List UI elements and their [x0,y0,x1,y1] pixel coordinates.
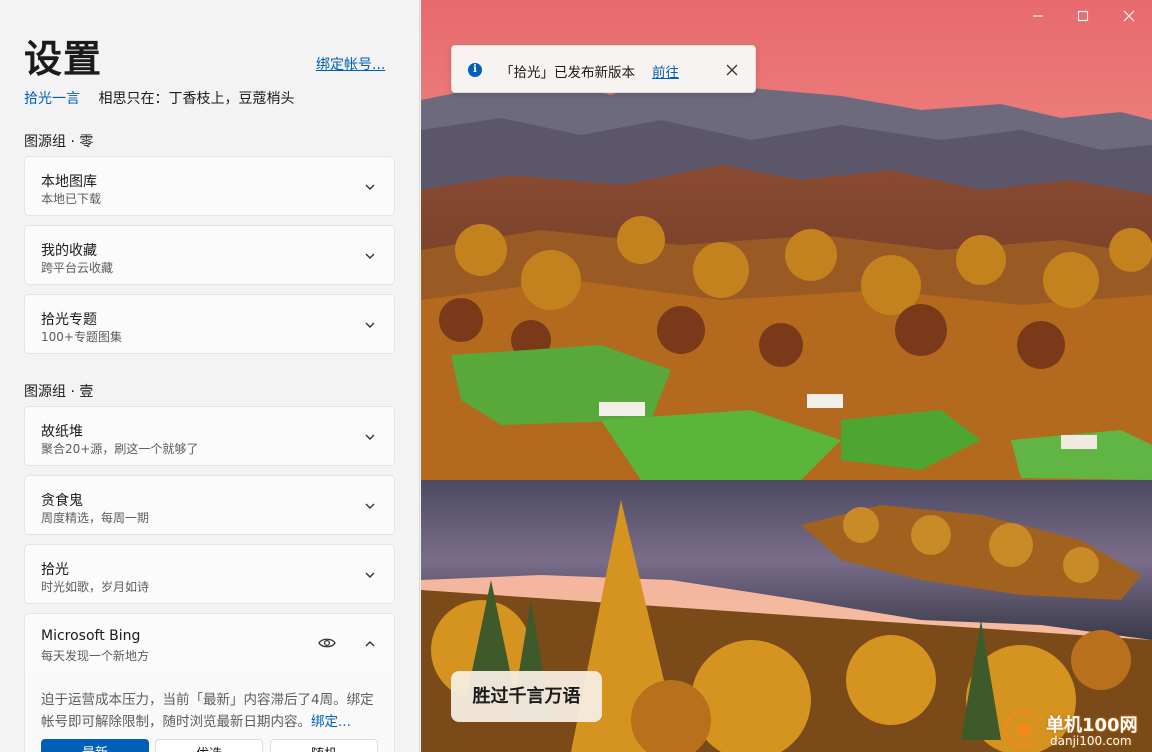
card-title: 拾光专题 [41,312,97,328]
source-card-local-gallery[interactable]: 本地图库 本地已下载 [24,156,395,216]
featured-button[interactable]: 优选 [155,739,263,752]
watermark-url: danji100.com [1050,734,1132,748]
card-title: 故纸堆 [41,424,83,440]
random-button[interactable]: 随机 [270,739,378,752]
minimize-icon [1033,15,1043,17]
group-label-1: 图源组 · 壹 [24,384,94,400]
card-title: 拾光 [41,562,69,578]
source-card-guzhidui[interactable]: 故纸堆 聚合20+源，刷这一个就够了 [24,406,395,466]
chevron-down-icon[interactable] [364,500,376,512]
info-icon: i [468,63,482,77]
source-card-bing[interactable]: Microsoft Bing 每天发现一个新地方 [24,613,395,674]
chevron-down-icon[interactable] [364,181,376,193]
card-title: 本地图库 [41,174,97,190]
landscape-image [421,0,1152,752]
source-card-shiguang[interactable]: 拾光 时光如歌，岁月如诗 [24,544,395,604]
minimize-button[interactable] [1015,4,1061,28]
card-subtitle: 每天发现一个新地方 [41,649,150,663]
close-icon [1123,10,1135,22]
card-subtitle: 时光如歌，岁月如诗 [41,580,150,594]
card-subtitle: 聚合20+源，刷这一个就够了 [41,442,199,456]
bind-account-link[interactable]: 绑定帐号... [316,54,385,74]
group-label-0: 图源组 · 零 [24,134,94,150]
close-icon[interactable] [724,62,740,78]
chevron-up-icon[interactable] [364,638,376,650]
watermark-dot [1016,722,1032,738]
eye-icon[interactable] [318,636,336,650]
card-subtitle: 本地已下载 [41,192,102,206]
source-card-topics[interactable]: 拾光专题 100+专题图集 [24,294,395,354]
limit-notice: 迫于运营成本压力，当前「最新」内容滞后了4周。绑定帐号即可解除限制，随时浏览最新… [41,689,381,733]
source-card-favorites[interactable]: 我的收藏 跨平台云收藏 [24,225,395,285]
watermark-logo: 单机100网 danji100.com [1002,708,1152,752]
card-title: Microsoft Bing [41,628,141,644]
close-window-button[interactable] [1106,4,1152,28]
mode-button-row: 最新 优选 随机 [41,739,381,752]
card-subtitle: 跨平台云收藏 [41,261,114,275]
card-title: 贪食鬼 [41,493,83,509]
quote-row: 拾光一言 相思只在：丁香枝上，豆蔻梢头 [24,88,294,108]
wallpaper-preview [421,0,1152,752]
toast-message: 「拾光」已发布新版本 [500,65,635,81]
card-subtitle: 100+专题图集 [41,330,122,344]
maximize-button[interactable] [1060,4,1106,28]
page-title: 设置 [24,37,103,81]
source-card-tanshigui[interactable]: 贪食鬼 周度精选，每周一期 [24,475,395,535]
update-toast: i 「拾光」已发布新版本 前往 [451,45,756,93]
image-caption[interactable]: 胜过千言万语 [451,671,602,722]
quote-source-link[interactable]: 拾光一言 [24,91,80,107]
chevron-down-icon[interactable] [364,319,376,331]
chevron-down-icon[interactable] [364,250,376,262]
card-title: 我的收藏 [41,243,97,259]
settings-panel: 设置 绑定帐号... 拾光一言 相思只在：丁香枝上，豆蔻梢头 图源组 · 零 本… [0,0,420,752]
bind-account-inline-link[interactable]: 绑定... [311,714,351,730]
card-subtitle: 周度精选，每周一期 [41,511,150,525]
quote-text: 相思只在：丁香枝上，豆蔻梢头 [98,91,295,107]
maximize-icon [1077,10,1089,22]
chevron-down-icon[interactable] [364,431,376,443]
toast-go-link[interactable]: 前往 [652,61,679,81]
bing-expanded-body: 迫于运营成本压力，当前「最新」内容滞后了4周。绑定帐号即可解除限制，随时浏览最新… [24,673,395,752]
chevron-down-icon[interactable] [364,569,376,581]
latest-button[interactable]: 最新 [41,739,149,752]
